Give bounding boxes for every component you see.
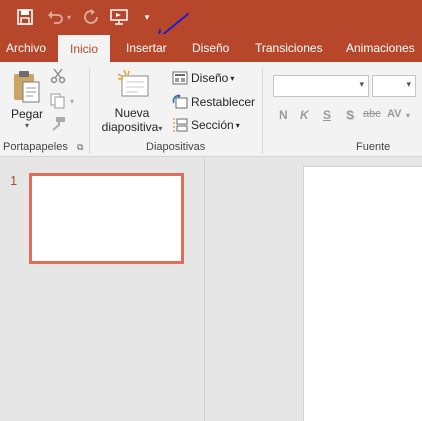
tab-transiciones[interactable]: Transiciones (255, 34, 323, 62)
tab-archivo[interactable]: Archivo (6, 34, 46, 62)
tab-diseno[interactable]: Diseño (192, 34, 229, 62)
ribbon-panel: Pegar ▾ ▾ Portapapeles ⧉ Nueva diapositi… (0, 62, 422, 157)
slides-group-label: Diapositivas (146, 141, 206, 153)
reset-button[interactable]: Restablecer (172, 94, 255, 110)
section-button[interactable]: Sección ▾ (172, 117, 240, 133)
save-icon[interactable] (14, 6, 36, 28)
layout-button[interactable]: Diseño ▾ (172, 70, 234, 86)
chevron-down-icon: ▾ (235, 120, 240, 130)
tab-insertar[interactable]: Insertar (126, 34, 167, 62)
group-separator (262, 68, 263, 154)
undo-dropdown-icon[interactable]: ▾ (64, 6, 74, 28)
layout-icon (172, 71, 188, 85)
paste-label: Pegar (10, 107, 44, 121)
chevron-down-icon[interactable]: ▾ (406, 111, 410, 120)
section-label: Sección (191, 118, 234, 132)
font-group-label: Fuente (356, 141, 391, 153)
new-slide-button[interactable]: Nueva diapositiva▾ (98, 68, 166, 134)
clipboard-icon (14, 71, 40, 103)
chevron-down-icon: ▾ (158, 124, 163, 133)
slide-canvas[interactable] (303, 166, 422, 421)
paste-button[interactable]: Pegar ▾ (10, 70, 44, 130)
title-bar: ▾ ▾ (0, 0, 422, 42)
reset-label: Restablecer (191, 95, 256, 109)
undo-icon[interactable] (46, 6, 64, 28)
format-painter-button[interactable] (50, 116, 66, 132)
font-size-combobox[interactable]: ▾ (372, 75, 416, 97)
tab-inicio[interactable]: Inicio (58, 35, 111, 63)
tab-animaciones[interactable]: Animaciones (346, 34, 415, 62)
chevron-down-icon: ▾ (406, 79, 411, 89)
new-slide-icon (117, 69, 149, 97)
cut-button[interactable] (50, 68, 66, 84)
copy-button[interactable]: ▾ (50, 93, 74, 109)
section-icon (173, 118, 188, 132)
italic-button[interactable]: K (300, 108, 309, 122)
redo-icon[interactable] (82, 6, 100, 28)
slide-thumbnail[interactable] (29, 173, 184, 264)
scissors-icon (50, 68, 66, 84)
chevron-down-icon: ▾ (230, 73, 235, 83)
bold-button[interactable]: N (279, 108, 288, 122)
layout-label: Diseño (191, 71, 229, 85)
chevron-down-icon: ▾ (24, 121, 29, 130)
new-slide-label-line1: Nueva (114, 106, 150, 120)
chevron-down-icon: ▾ (70, 96, 75, 106)
shadow-button[interactable]: S (346, 108, 354, 122)
chevron-down-icon: ▾ (359, 79, 364, 89)
slide-number: 1 (10, 173, 18, 188)
underline-button[interactable]: S (323, 108, 331, 122)
new-slide-label-line2: diapositiva (101, 120, 159, 134)
reset-icon (172, 94, 188, 109)
character-spacing-button[interactable]: AV (387, 108, 401, 120)
dialog-launcher-icon[interactable]: ⧉ (77, 142, 83, 153)
clipboard-group-label: Portapapeles (3, 141, 68, 153)
font-family-combobox[interactable]: ▾ (273, 75, 369, 97)
paintbrush-icon (52, 117, 65, 131)
strikethrough-button[interactable]: abc (363, 108, 381, 120)
ribbon-tab-bar: Archivo Inicio Insertar Diseño Transicio… (0, 34, 422, 63)
group-separator (89, 68, 90, 154)
copy-icon (50, 93, 65, 109)
start-from-beginning-icon[interactable] (108, 6, 130, 28)
